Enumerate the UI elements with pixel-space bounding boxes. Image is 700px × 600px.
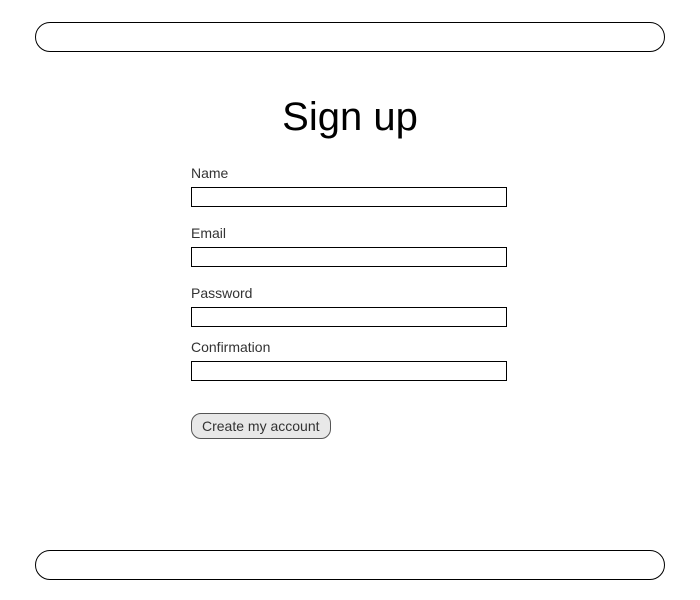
top-bar	[35, 22, 665, 52]
name-input[interactable]	[191, 187, 507, 207]
email-input[interactable]	[191, 247, 507, 267]
email-label: Email	[191, 225, 509, 241]
bottom-bar	[35, 550, 665, 580]
name-label: Name	[191, 165, 509, 181]
signup-form: Name Email Password Confirmation Create …	[191, 165, 509, 439]
submit-row: Create my account	[191, 413, 509, 439]
confirmation-input[interactable]	[191, 361, 507, 381]
email-group: Email	[191, 225, 509, 267]
create-account-button[interactable]: Create my account	[191, 413, 331, 439]
page-title: Sign up	[0, 95, 700, 140]
main-content: Sign up Name Email Password Confirmation…	[0, 95, 700, 439]
confirmation-label: Confirmation	[191, 339, 509, 355]
confirmation-group: Confirmation	[191, 339, 509, 381]
password-group: Password	[191, 285, 509, 327]
password-input[interactable]	[191, 307, 507, 327]
name-group: Name	[191, 165, 509, 207]
password-label: Password	[191, 285, 509, 301]
